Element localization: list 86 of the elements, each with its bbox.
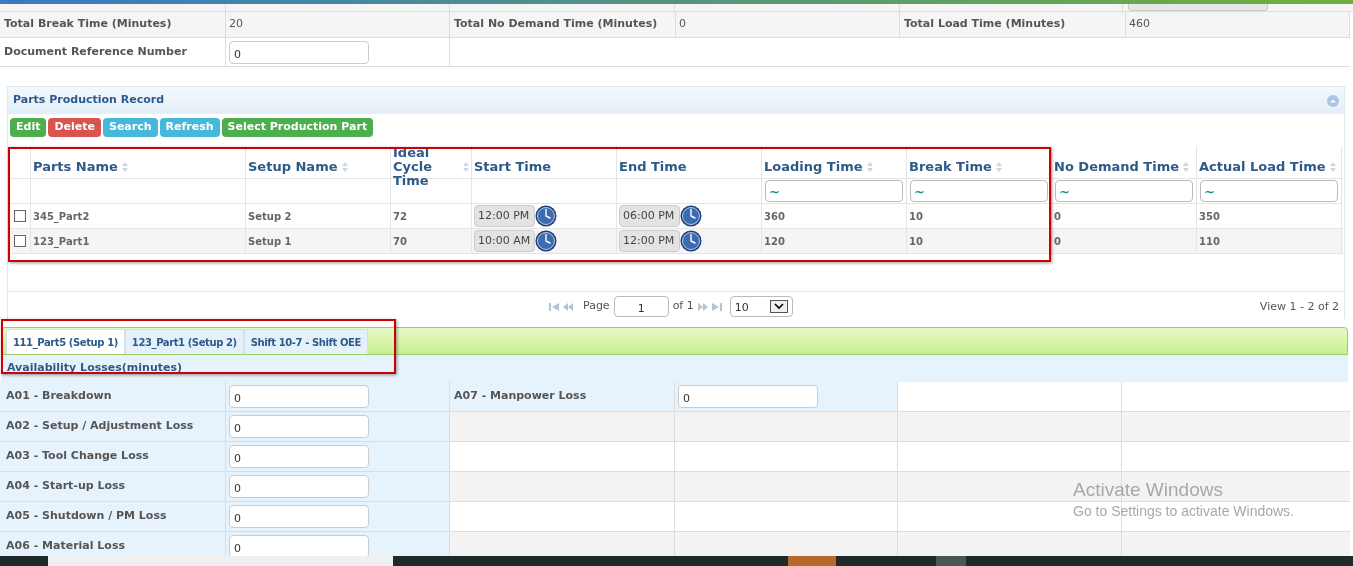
clock-icon[interactable] [535, 230, 557, 252]
column-header[interactable]: Start Time [474, 160, 552, 174]
column-header[interactable]: Loading Time [764, 160, 863, 174]
tab[interactable]: Shift 10-7 - Shift OEE [243, 329, 368, 354]
field-value: 0 [679, 16, 686, 33]
filter-field[interactable]: ~ [765, 180, 903, 202]
sort-icon[interactable] [463, 162, 469, 172]
sort-icon[interactable] [1183, 162, 1190, 172]
field-value: 20 [229, 16, 243, 33]
page-count: of 1 [672, 298, 694, 315]
input-field[interactable]: 0 [229, 505, 369, 528]
field-label: A06 - Material Loss [6, 538, 125, 555]
collapse-icon[interactable] [1327, 94, 1339, 107]
page-size-select[interactable]: 10 [729, 296, 793, 317]
dropdown-icon[interactable] [769, 300, 788, 313]
next-page-icon[interactable] [697, 302, 708, 311]
input-field[interactable]: 0 [229, 385, 369, 408]
input-field[interactable]: 0 [678, 385, 818, 408]
table-cell-text: 72 [393, 209, 407, 224]
field-label: A04 - Start-up Loss [6, 478, 126, 495]
field-label: A03 - Tool Change Loss [6, 448, 149, 465]
page-field[interactable]: 1 [613, 296, 669, 317]
section-title: Availability Losses(minutes) [7, 360, 182, 377]
input-field[interactable]: 0 [229, 445, 369, 468]
column-header[interactable]: Break Time [909, 160, 992, 174]
table-cell-text: 0 [1054, 234, 1061, 249]
table-cell-text: 110 [1199, 234, 1220, 249]
row-checkbox[interactable] [13, 210, 26, 222]
panel-title: Parts Production Record [13, 92, 165, 109]
sort-icon[interactable] [866, 162, 873, 172]
table-cell-text: 10 [909, 234, 923, 249]
time-field[interactable]: 06:00 PM [619, 205, 680, 227]
activation-message: Go to Settings to activate Windows. [1073, 502, 1294, 521]
field-label: A01 - Breakdown [6, 388, 112, 405]
table-cell-text: 350 [1199, 209, 1220, 224]
record-count: View 1 - 2 of 2 [1259, 299, 1339, 315]
sort-icon[interactable] [995, 162, 1002, 172]
table-cell-text: 123_Part1 [33, 234, 90, 249]
field-label: A07 - Manpower Loss [454, 388, 587, 405]
toolbar-button[interactable]: Delete [48, 118, 101, 137]
filter-field[interactable]: ~ [1200, 180, 1338, 202]
first-page-icon[interactable] [549, 302, 559, 311]
table-cell-text: Setup 2 [248, 209, 292, 224]
column-header[interactable]: Setup Name [248, 160, 338, 174]
table-cell-text: 10 [909, 209, 923, 224]
field-value: 460 [1129, 16, 1150, 33]
activation-title: Activate Windows [1073, 479, 1224, 501]
input-field[interactable]: 0 [229, 40, 369, 64]
table-cell-text: 345_Part2 [33, 209, 90, 224]
last-page-icon[interactable] [711, 302, 722, 311]
input-field[interactable]: 0 [229, 535, 369, 558]
field-label: Total No Demand Time (Minutes) [454, 16, 658, 33]
field-label: Total Break Time (Minutes) [4, 16, 172, 33]
tab[interactable]: 111_Part5 (Setup 1) [6, 329, 125, 354]
column-header[interactable]: No Demand Time [1054, 160, 1180, 174]
field-label: Total Load Time (Minutes) [904, 16, 1066, 33]
column-header[interactable]: End Time [619, 160, 687, 174]
clock-icon[interactable] [680, 230, 702, 252]
field-label: A05 - Shutdown / PM Loss [6, 508, 167, 525]
time-field[interactable]: 12:00 PM [474, 205, 535, 227]
table-cell-text: 120 [764, 234, 785, 249]
taskbar-app-icon[interactable] [788, 556, 836, 566]
table-cell-text: Setup 1 [248, 234, 292, 249]
sort-icon[interactable] [121, 162, 128, 172]
clock-icon[interactable] [535, 205, 557, 227]
pager-label: Page [583, 298, 610, 315]
time-field[interactable]: 12:00 PM [619, 230, 680, 252]
filter-field[interactable]: ~ [1055, 180, 1193, 202]
column-header[interactable]: Actual Load Time [1199, 160, 1326, 174]
input-field[interactable]: 0 [229, 415, 369, 438]
table-cell-text: 360 [764, 209, 785, 224]
taskbar-app-icon[interactable] [936, 556, 966, 566]
table-cell-text: 0 [1054, 209, 1061, 224]
time-field[interactable]: 10:00 AM [474, 230, 535, 252]
filter-field[interactable]: ~ [910, 180, 1048, 202]
table-cell-text: 70 [393, 234, 407, 249]
clock-icon[interactable] [680, 205, 702, 227]
row-checkbox[interactable] [13, 235, 26, 247]
sort-icon[interactable] [341, 162, 348, 172]
field-label: A02 - Setup / Adjustment Loss [6, 418, 194, 435]
sort-icon[interactable] [1329, 162, 1336, 172]
field-label: Document Reference Number [4, 43, 187, 60]
previous-page-icon[interactable] [563, 302, 573, 311]
input-field[interactable]: 0 [229, 475, 369, 498]
tab[interactable]: 123_Part1 (Setup 2) [124, 329, 244, 354]
column-header[interactable]: Parts Name [33, 160, 118, 174]
